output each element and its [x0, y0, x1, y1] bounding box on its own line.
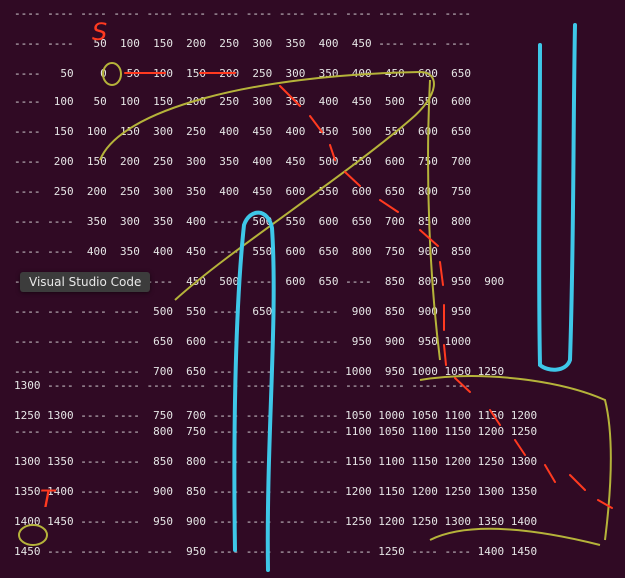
annotation-overlay [18, 23, 613, 572]
target-circle [18, 524, 48, 546]
region-outline [99, 70, 435, 301]
terminal-window[interactable]: ---- ---- ---- ---- ---- ---- ---- ---- … [0, 0, 625, 578]
target-marker: T [40, 485, 55, 513]
wall-annotations [232, 23, 577, 572]
start-circle [102, 62, 122, 86]
circle-annotations [18, 62, 612, 546]
region-outline [429, 527, 601, 546]
wall-right [537, 23, 577, 372]
region-outline [427, 79, 441, 361]
wall-left [232, 210, 276, 572]
start-marker: S [92, 18, 108, 46]
region-outline [419, 375, 612, 541]
